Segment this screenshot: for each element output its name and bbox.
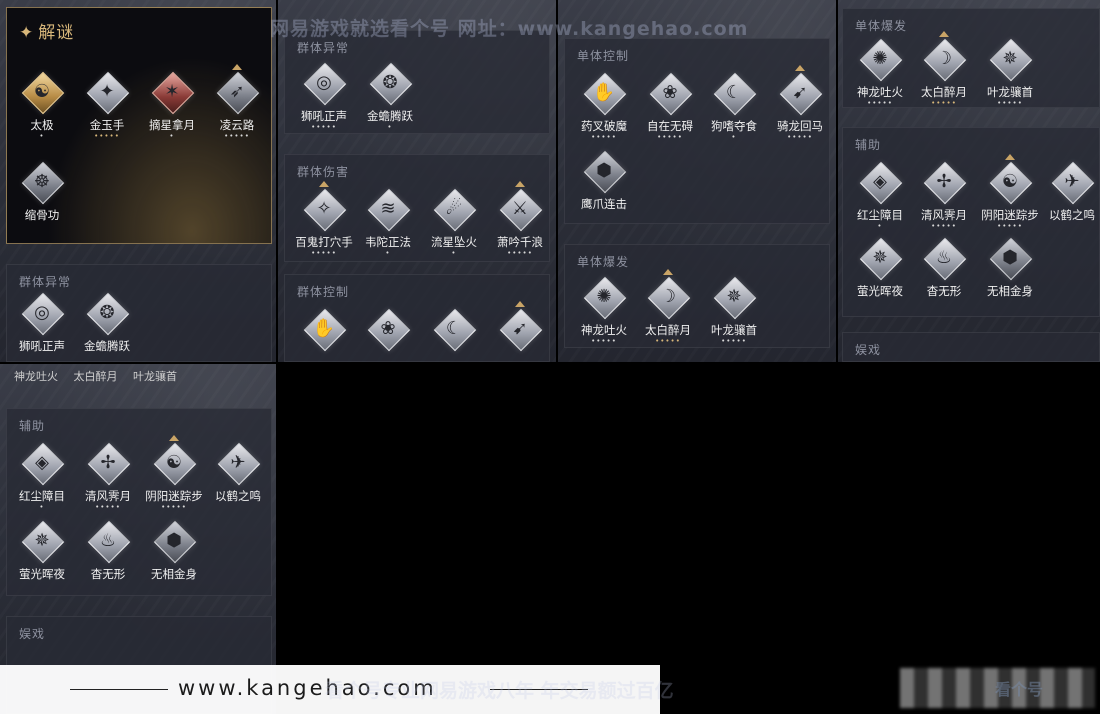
skill-icon: ☽ <box>935 48 953 69</box>
skill-icon: ✈ <box>1064 171 1080 192</box>
skill-icon: ❂ <box>99 302 115 323</box>
watermark-bottom: 看个号专业网易游戏八年 年交易额过百亿 <box>325 680 674 702</box>
skill-icon: ✵ <box>872 247 888 268</box>
panel-qunti-yichang: 群体异常 ◎ 狮吼正声 ••••• ❂ 金蟾腾跃 • <box>284 30 550 134</box>
skill-wuxiangjinshen[interactable]: ⬢ 无相金身 <box>975 232 1045 310</box>
sparkle-icon: ✦ <box>19 23 35 43</box>
skill-icon: ✵ <box>1002 48 1018 69</box>
footer-divider-left <box>70 689 168 690</box>
tile-top-left: ✦ 解谜 ☯ 太极 • ✦ 金玉手 ••••• ✶ 摘星拿月 • ➶ 凌云路 ••… <box>0 0 276 362</box>
skill-icon: ✵ <box>726 286 742 307</box>
skill-icon: ✦ <box>99 81 115 102</box>
skill-icon: ➶ <box>229 81 245 102</box>
skill-yaochapomo-partial[interactable]: ✋ <box>289 303 359 362</box>
skill-yelongxiangshou[interactable]: ✵ 叶龙骧首 ••••• <box>699 271 769 349</box>
skill-icon: ☯ <box>165 452 183 473</box>
screenshot-canvas: ✦ 解谜 ☯ 太极 • ✦ 金玉手 ••••• ✶ 摘星拿月 • ➶ 凌云路 ••… <box>0 0 1100 714</box>
skill-icon: ⚔ <box>511 198 529 219</box>
skill-icon: ❂ <box>382 72 398 93</box>
skill-icon: ➹ <box>792 82 808 103</box>
skill-icon: ☸ <box>33 171 51 192</box>
skill-icon: ☯ <box>33 81 51 102</box>
skill-icon: ♨ <box>935 247 953 268</box>
skill-icon: ✋ <box>312 318 336 339</box>
skill-icon: ◈ <box>35 452 49 473</box>
skill-wuxiangjinshen-2[interactable]: ⬢ 无相金身 <box>139 515 209 593</box>
skill-icon: ❀ <box>380 318 396 339</box>
watermark-top: 网易游戏就选看个号 网址：www.kangehao.com <box>270 18 749 40</box>
skill-icon: ✧ <box>316 198 332 219</box>
skill-yelongxiangshou-2[interactable]: ✵ 叶龙骧首 ••••• <box>975 33 1045 111</box>
skill-yihezhiming[interactable]: ✈ 以鹤之鸣 <box>1037 156 1100 234</box>
skill-icon: ✢ <box>100 452 116 473</box>
skill-jinchantengyue[interactable]: ❂ 金蟾腾跃 <box>72 287 142 362</box>
skill-qilonghuima-partial[interactable]: ➹ <box>485 301 555 362</box>
skill-icon: ✺ <box>872 48 888 69</box>
tile-top-mid-right: 单体控制 ✋ 药叉破魔 ••••• ❀ 自在无碍 ••••• ☾ 狗嗜夺食 • … <box>558 0 836 362</box>
skill-jinchantengyue-2[interactable]: ❂ 金蟾腾跃 • <box>355 57 425 135</box>
skill-suogugong[interactable]: ☸ 缩骨功 <box>7 156 77 234</box>
panel-fuzhu-right: 辅助 ◈ 红尘障目 • ✢ 清风霁月 ••••• ☯ 阴阳迷踪步 ••••• ✈… <box>842 127 1100 317</box>
skill-goushiduoshi-partial[interactable]: ☾ <box>419 303 489 362</box>
skill-icon: ➹ <box>512 318 528 339</box>
skill-icon: ☽ <box>659 286 677 307</box>
skill-icon: ❀ <box>662 82 678 103</box>
skill-icon: ◎ <box>34 302 50 323</box>
panel-danti-baofa: 单体爆发 ✺ 神龙吐火 ••••• ☽ 太白醉月 ••••• ✵ 叶龙骧首 ••… <box>564 244 830 348</box>
skill-icon: ✢ <box>936 171 952 192</box>
skill-icon: ⬢ <box>1002 247 1018 268</box>
skill-icon: ♨ <box>99 530 117 551</box>
skill-lingyunlu[interactable]: ➶ 凌云路 ••••• <box>202 64 272 144</box>
skill-icon: ☾ <box>445 318 463 339</box>
panel-fuzhu-left: 辅助 ◈ 红尘障目 • ✢ 清风霁月 ••••• ☯ 阴阳迷踪步 ••••• ✈… <box>6 408 272 596</box>
skill-zizaiwuai-partial[interactable]: ❀ <box>353 303 423 362</box>
panel-qunti-shanghai: 群体伤害 ✧ 百鬼打穴手 ••••• ≋ 韦陀正法 • ☄ 流星坠火 • ⚔ 萧… <box>284 154 550 262</box>
panel-qunti-kongzhi: 群体控制 ✋ ❀ ☾ ➹ <box>284 274 550 362</box>
panel-danti-kongzhi: 单体控制 ✋ 药叉破魔 ••••• ❀ 自在无碍 ••••• ☾ 狗嗜夺食 • … <box>564 38 830 224</box>
logo-text: 看个号 <box>995 680 1044 699</box>
skill-icon: ☾ <box>725 82 743 103</box>
skill-xiaoyinqianlang[interactable]: ⚔ 萧吟千浪 ••••• <box>485 181 555 261</box>
skill-icon: ☯ <box>1001 171 1019 192</box>
panel-yuxi-right: 娱戏 <box>842 332 1100 362</box>
skill-icon: ✵ <box>34 530 50 551</box>
skill-yingzhaolianji[interactable]: ⬢ 鹰爪连击 <box>569 145 639 223</box>
skill-icon: ✋ <box>592 82 616 103</box>
skill-icon: ◈ <box>873 171 887 192</box>
skill-icon: ✺ <box>596 286 612 307</box>
panel-danti-baofa-right: 单体爆发 ✺ 神龙吐火 ••••• ☽ 太白醉月 ••••• ✵ 叶龙骧首 ••… <box>842 8 1100 108</box>
tile-top-mid-left: 群体异常 ◎ 狮吼正声 ••••• ❂ 金蟾腾跃 • 群体伤害 ✧ 百鬼打穴手 … <box>278 0 556 362</box>
skill-icon: ◎ <box>316 72 332 93</box>
panel-jiemi: ✦ 解谜 ☯ 太极 • ✦ 金玉手 ••••• ✶ 摘星拿月 • ➶ 凌云路 ••… <box>6 7 272 244</box>
skill-icon: ⬢ <box>166 530 182 551</box>
skill-icon: ≋ <box>380 198 396 219</box>
skill-icon: ✶ <box>164 81 180 102</box>
skill-icon: ☄ <box>445 198 463 219</box>
skill-icon: ✈ <box>230 452 246 473</box>
tile-top-right: 单体爆发 ✺ 神龙吐火 ••••• ☽ 太白醉月 ••••• ✵ 叶龙骧首 ••… <box>838 0 1100 362</box>
skill-yihezhiming-2[interactable]: ✈ 以鹤之鸣 <box>203 437 273 515</box>
tile-bottom-left: 神龙吐火 太白醉月 叶龙骧首 辅助 ◈ 红尘障目 • ✢ 清风霁月 ••••• … <box>0 364 276 714</box>
skill-qilonghuima[interactable]: ➹ 骑龙回马 ••••• <box>765 65 835 145</box>
panel-qunti-yichang-left: 群体异常 ◎ 狮吼正声 ❂ 金蟾腾跃 <box>6 264 272 362</box>
skill-icon: ⬢ <box>596 160 612 181</box>
panel-title-jiemi: 解谜 <box>38 23 75 43</box>
